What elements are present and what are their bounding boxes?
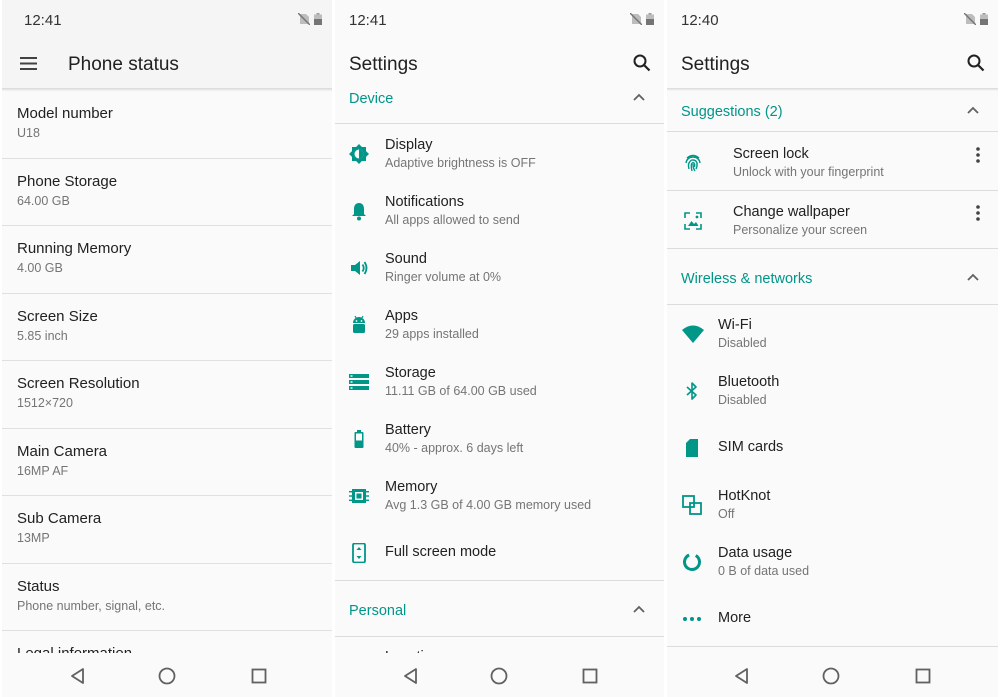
list-item-status[interactable]: Status Phone number, signal, etc. xyxy=(2,563,332,631)
home-icon[interactable] xyxy=(822,667,840,685)
search-icon[interactable] xyxy=(632,53,652,73)
app-bar: Settings xyxy=(667,40,998,88)
section-header-wireless-networks[interactable]: Wireless & networks xyxy=(667,263,998,299)
list-item-main-camera[interactable]: Main Camera 16MP AF xyxy=(2,428,332,496)
setting-storage[interactable]: Storage 11.11 GB of 64.00 GB used xyxy=(335,354,664,411)
setting-sim-cards[interactable]: SIM cards xyxy=(667,420,998,477)
menu-icon[interactable] xyxy=(19,54,39,74)
chevron-up-icon xyxy=(966,104,980,118)
sim-card-icon xyxy=(682,438,702,458)
fingerprint-icon xyxy=(683,153,703,173)
list-item-screen-resolution[interactable]: Screen Resolution 1512×720 xyxy=(2,361,332,429)
recents-icon[interactable] xyxy=(581,667,599,685)
back-icon[interactable] xyxy=(402,667,420,685)
wifi-icon xyxy=(682,324,704,344)
back-icon[interactable] xyxy=(733,667,751,685)
battery-status-icon xyxy=(646,13,654,25)
page-title: Phone status xyxy=(68,54,179,75)
chevron-up-icon xyxy=(632,603,646,617)
status-bar: 12:41 xyxy=(2,0,332,40)
setting-wifi[interactable]: Wi-Fi Disabled xyxy=(667,306,998,363)
section-header-device[interactable]: Device xyxy=(335,83,664,119)
overflow-menu-icon[interactable] xyxy=(976,147,980,163)
volume-icon xyxy=(349,258,369,278)
settings-main-screen: 12:40 Settings Suggestions (2) Screen lo… xyxy=(667,0,998,697)
data-usage-icon xyxy=(682,552,702,572)
suggestion-screen-lock[interactable]: Screen lock Unlock with your fingerprint xyxy=(667,135,998,192)
nav-bar xyxy=(2,653,332,697)
setting-more[interactable]: More xyxy=(667,591,998,648)
hotknot-icon xyxy=(682,495,702,515)
setting-hotknot[interactable]: HotKnot Off xyxy=(667,477,998,534)
app-bar: Phone status xyxy=(2,40,332,88)
chevron-up-icon xyxy=(632,91,646,105)
overflow-menu-icon[interactable] xyxy=(976,205,980,221)
page-title: Settings xyxy=(349,54,418,75)
nav-bar xyxy=(667,653,998,697)
status-bar: 12:40 xyxy=(667,0,998,40)
list-item-running-memory[interactable]: Running Memory 4.00 GB xyxy=(2,226,332,294)
setting-bluetooth[interactable]: Bluetooth Disabled xyxy=(667,363,998,420)
status-time: 12:40 xyxy=(681,12,719,29)
setting-battery[interactable]: Battery 40% - approx. 6 days left xyxy=(335,411,664,468)
list-item-model-number[interactable]: Model number U18 xyxy=(2,91,332,159)
memory-icon xyxy=(349,486,369,506)
phone-status-list: Model number U18 Phone Storage 64.00 GB Ru… xyxy=(2,91,332,697)
app-bar: Settings xyxy=(335,40,664,88)
setting-apps[interactable]: Apps 29 apps installed xyxy=(335,297,664,354)
home-icon[interactable] xyxy=(490,667,508,685)
setting-data-usage[interactable]: Data usage 0 B of data used xyxy=(667,534,998,591)
list-item-sub-camera[interactable]: Sub Camera 13MP xyxy=(2,496,332,564)
more-icon xyxy=(682,609,702,629)
battery-icon xyxy=(349,429,369,449)
status-bar: 12:41 xyxy=(335,0,664,40)
status-time: 12:41 xyxy=(349,12,387,29)
section-header-personal[interactable]: Personal xyxy=(335,595,664,631)
battery-status-icon xyxy=(314,13,322,25)
list-item-screen-size[interactable]: Screen Size 5.85 inch xyxy=(2,293,332,361)
status-time: 12:41 xyxy=(24,12,62,29)
section-header-suggestions[interactable]: Suggestions (2) xyxy=(667,96,998,132)
bell-icon xyxy=(349,201,369,221)
battery-status-icon xyxy=(980,13,988,25)
setting-notifications[interactable]: Notifications All apps allowed to send xyxy=(335,183,664,240)
android-icon xyxy=(349,315,369,335)
fullscreen-icon xyxy=(349,542,369,564)
bluetooth-icon xyxy=(682,381,702,401)
no-sim-icon xyxy=(630,13,642,25)
back-icon[interactable] xyxy=(69,667,87,685)
recents-icon[interactable] xyxy=(250,667,268,685)
chevron-up-icon xyxy=(966,271,980,285)
no-sim-icon xyxy=(964,13,976,25)
phone-status-screen: 12:41 Phone status Model number U18 Phone… xyxy=(2,0,332,697)
search-icon[interactable] xyxy=(966,53,986,73)
wallpaper-icon xyxy=(683,211,703,231)
no-sim-icon xyxy=(298,13,310,25)
recents-icon[interactable] xyxy=(914,667,932,685)
setting-sound[interactable]: Sound Ringer volume at 0% xyxy=(335,240,664,297)
settings-device-screen: 12:41 Settings Device Display Adaptive b… xyxy=(335,0,664,697)
setting-display[interactable]: Display Adaptive brightness is OFF xyxy=(335,126,664,183)
suggestion-change-wallpaper[interactable]: Change wallpaper Personalize your screen xyxy=(667,193,998,250)
nav-bar xyxy=(335,653,664,697)
page-title: Settings xyxy=(681,54,750,75)
setting-full-screen-mode[interactable]: Full screen mode xyxy=(335,525,664,582)
list-item-phone-storage[interactable]: Phone Storage 64.00 GB xyxy=(2,158,332,226)
storage-icon xyxy=(349,372,369,392)
setting-memory[interactable]: Memory Avg 1.3 GB of 4.00 GB memory used xyxy=(335,468,664,525)
brightness-icon xyxy=(349,144,369,164)
home-icon[interactable] xyxy=(158,667,176,685)
